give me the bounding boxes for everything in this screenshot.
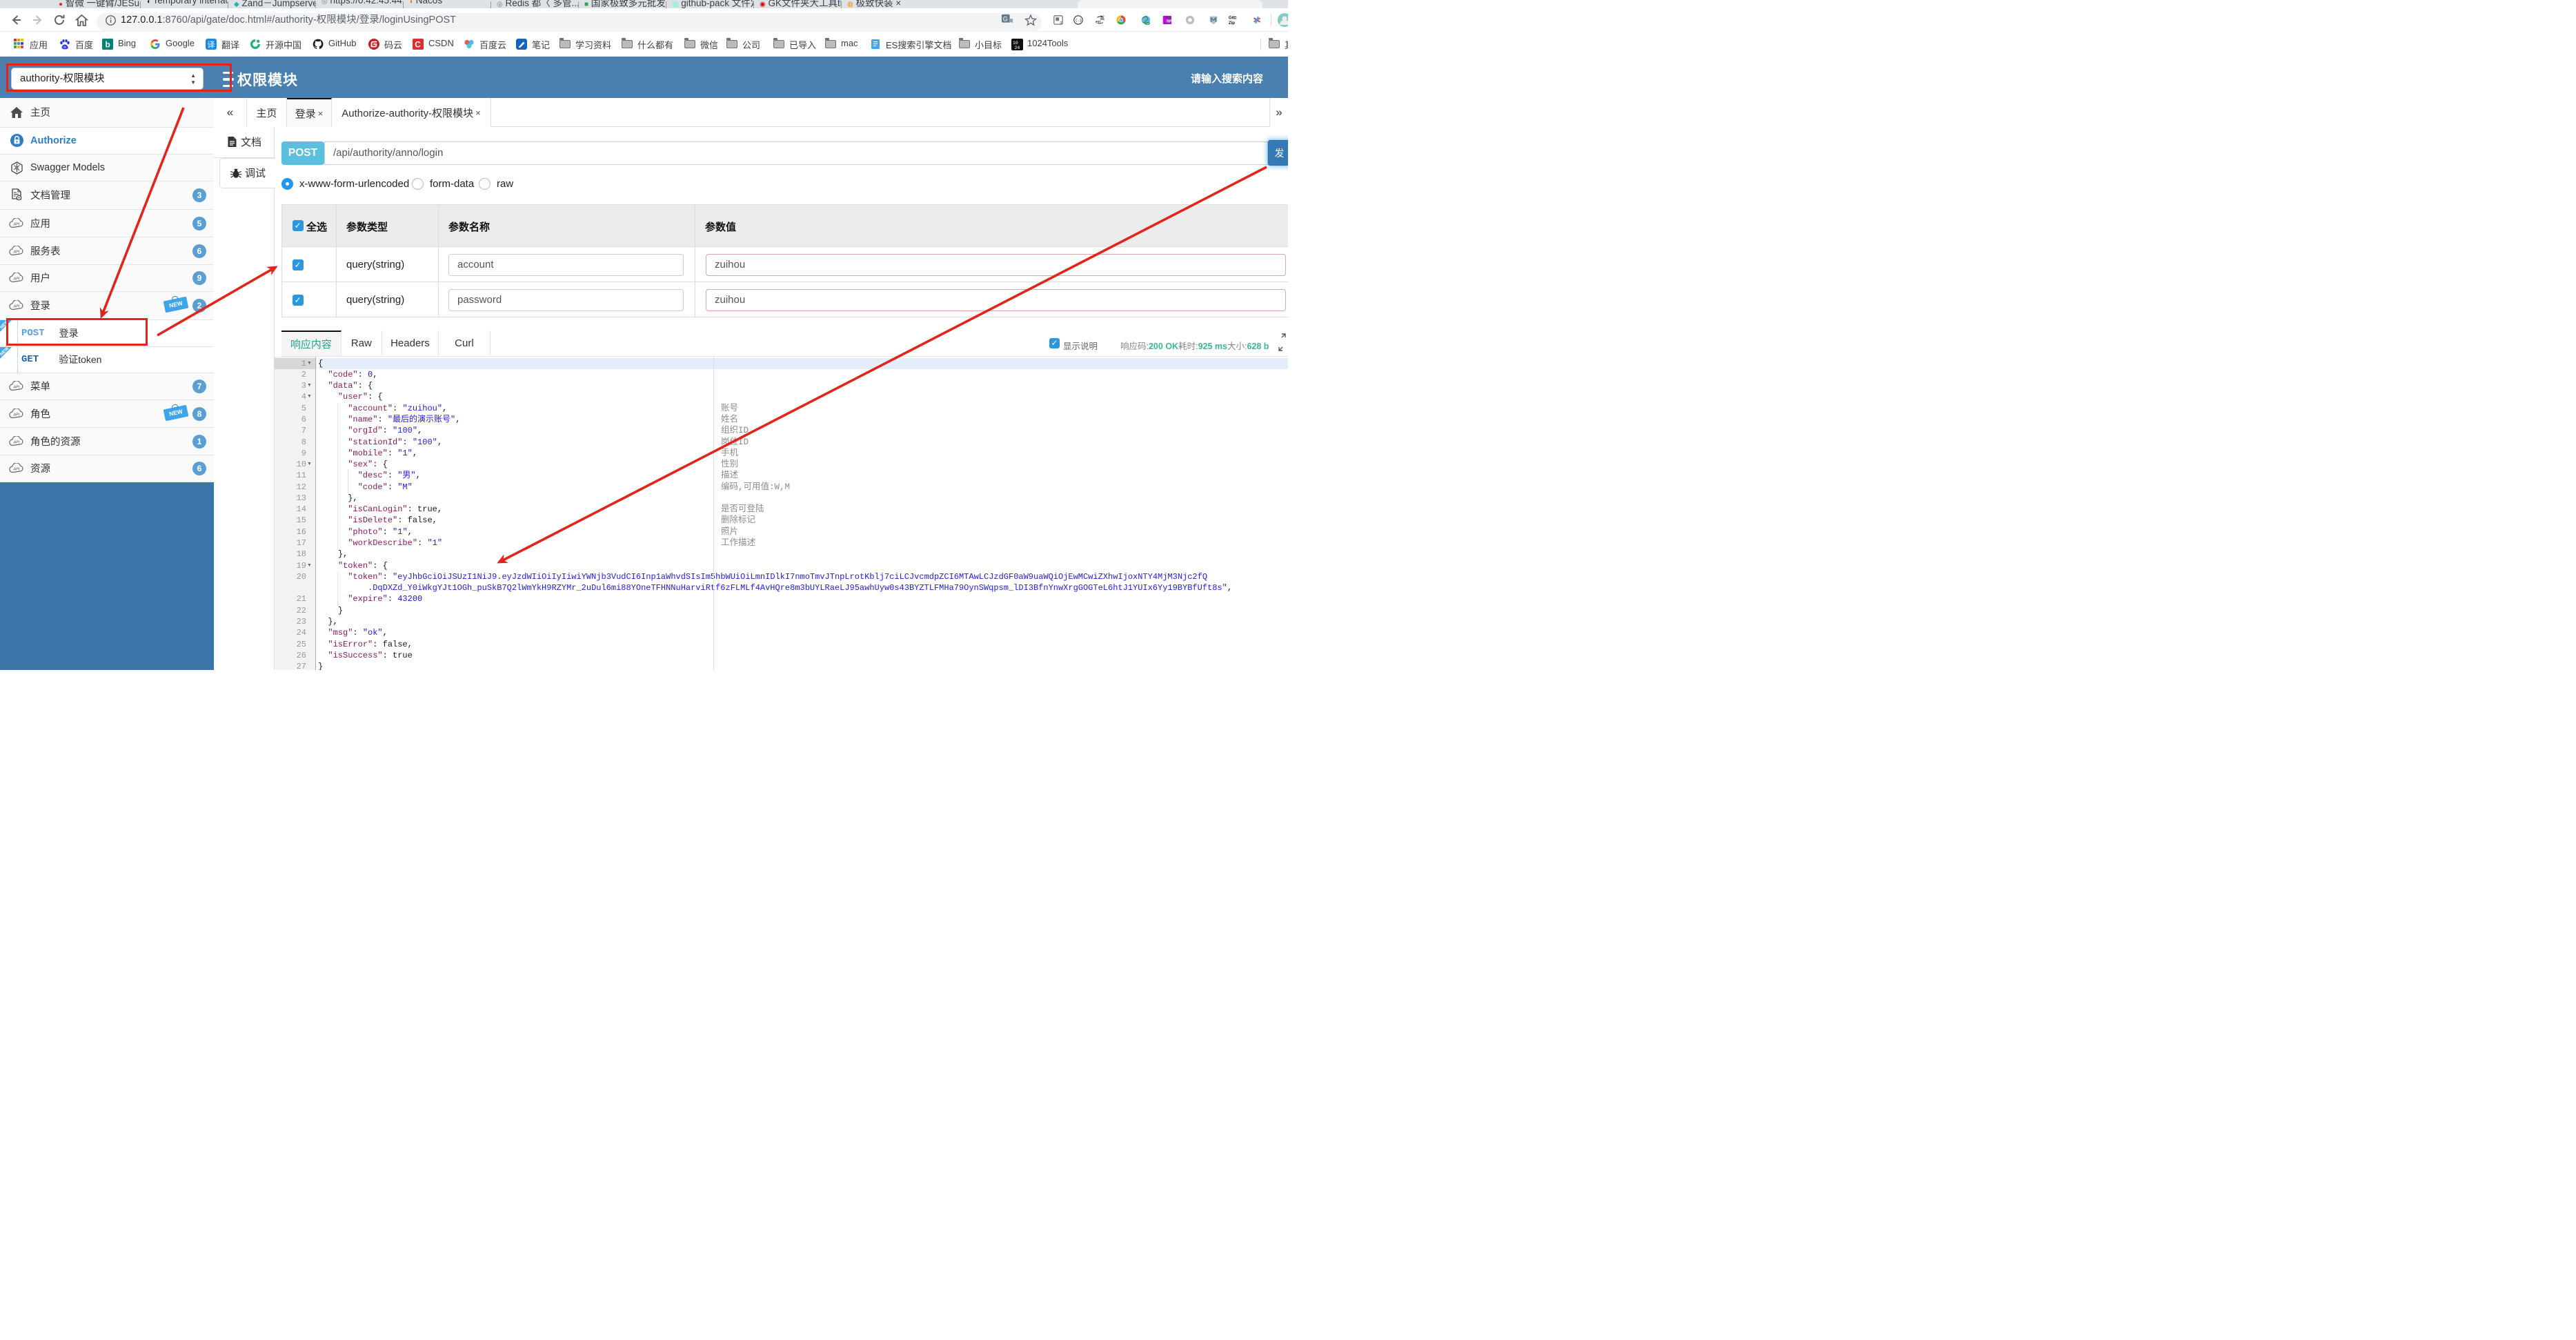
svg-text:24: 24: [1015, 46, 1020, 50]
svg-text:10: 10: [1013, 41, 1018, 46]
svg-text:英: 英: [1100, 15, 1105, 21]
svg-text:Git: Git: [1229, 16, 1235, 21]
svg-text:API: API: [13, 250, 20, 254]
svg-text:API: API: [13, 222, 20, 226]
svg-text:{…}: {…}: [1075, 19, 1082, 23]
svg-text:API: API: [13, 305, 20, 309]
svg-text:b: b: [106, 40, 110, 50]
svg-text:API: API: [13, 468, 20, 472]
svg-text:G: G: [1003, 15, 1008, 22]
svg-text:RP: RP: [1167, 20, 1172, 24]
svg-text:译: 译: [208, 41, 215, 50]
svg-text:API: API: [13, 441, 20, 445]
svg-text:API: API: [13, 413, 20, 417]
svg-text:C: C: [415, 40, 421, 50]
svg-text:Zip: Zip: [1229, 21, 1235, 25]
svg-text:API: API: [13, 386, 20, 390]
svg-text:du: du: [63, 46, 67, 49]
svg-text:API: API: [13, 277, 20, 282]
